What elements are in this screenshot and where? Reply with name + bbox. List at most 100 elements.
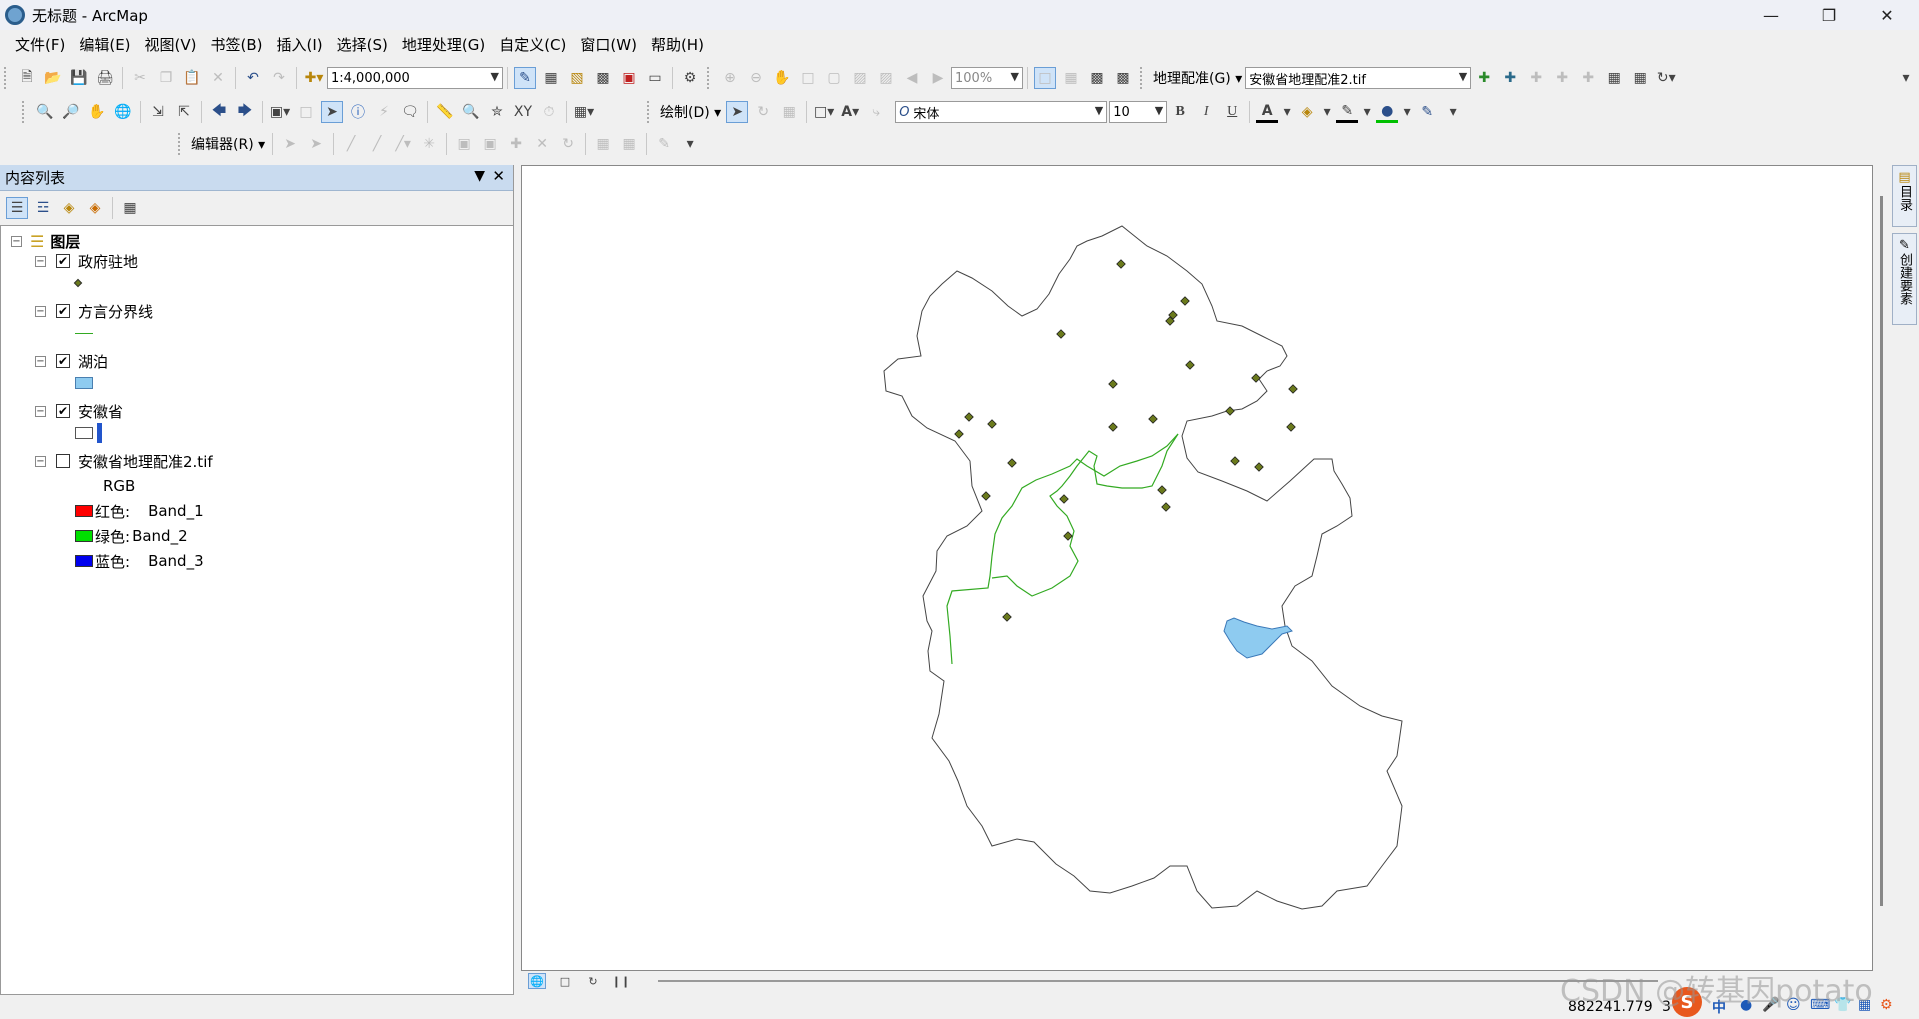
drawing-menu[interactable]: 绘制(D) ▾ [660,102,721,122]
menu-selection[interactable]: 选择(S) [330,31,395,59]
underline-button[interactable]: U [1221,101,1243,123]
zoom-out-icon[interactable]: 🔎 [60,101,82,123]
layer-row-province[interactable]: − ✔ 安徽省 [35,400,123,422]
zoom-to-selected-link-icon[interactable]: ✚ [1525,67,1547,89]
go-to-xy-icon[interactable]: XY [512,101,534,123]
layout-zoom-combo[interactable]: 100% ▼ [951,67,1023,89]
find-icon[interactable]: 🔍 [460,101,482,123]
close-button[interactable]: ✕ [1864,0,1910,30]
seat-point[interactable] [1254,462,1264,472]
layer-visibility-checkbox[interactable]: ✔ [56,354,70,368]
zoom-in-icon[interactable]: 🔍 [34,101,56,123]
line-color-icon[interactable]: ✎ [1336,101,1359,123]
arctoolbox-icon[interactable]: ▣ [618,67,640,89]
menu-insert[interactable]: 插入(I) [270,31,330,59]
marker-color-icon[interactable]: ● [1376,101,1399,123]
layer-visibility-checkbox[interactable]: ✔ [56,254,70,268]
sketch-properties-icon[interactable]: ▦ [618,133,640,155]
pan-icon[interactable]: ✋ [86,101,108,123]
list-by-selection-icon[interactable]: ◈ [84,197,106,219]
identify-icon[interactable]: ⓘ [347,101,369,123]
copy-icon[interactable]: ❐ [155,67,177,89]
collapse-icon[interactable]: − [35,255,46,267]
hyperlink-icon[interactable]: ⚡ [373,101,395,123]
fixed-zoom-in-icon[interactable]: ⇲ [147,101,169,123]
horizontal-scrollbar[interactable] [658,980,1658,982]
band-row-blue[interactable]: 蓝色: Band_3 [75,550,204,572]
close-icon[interactable]: ✕ [492,167,505,185]
dialect-symbol[interactable] [75,322,93,344]
add-data-icon[interactable]: ✚▾ [303,67,325,89]
edit-vertices-icon[interactable]: ▣ [453,133,475,155]
python-window-icon[interactable]: ▭ [644,67,666,89]
map-display[interactable]: 🌐 □ ↻ ❙❙ [521,165,1883,989]
list-by-visibility-icon[interactable]: ◈ [58,197,80,219]
search-window-icon[interactable]: ▩ [592,67,614,89]
layer-visibility-checkbox[interactable] [56,454,70,468]
shadow-color-icon[interactable]: ✎ [1416,101,1438,123]
font-size-combo[interactable]: 10 ▼ [1109,101,1168,123]
menu-edit[interactable]: 编辑(E) [72,31,137,59]
layer-row-raster[interactable]: − 安徽省地理配准2.tif [35,450,213,472]
previous-extent-icon[interactable]: ◀ [901,67,923,89]
trace-icon[interactable]: ╱▾ [392,133,414,155]
fixed-zoom-out-icon[interactable]: ▨ [875,67,897,89]
seat-point[interactable] [1288,384,1298,394]
dropdown-arrow-icon[interactable]: ▾ [1362,101,1372,123]
toggle-draft-mode-icon[interactable]: □ [1034,67,1056,89]
menu-help[interactable]: 帮助(H) [644,31,711,59]
view-link-table-icon[interactable]: ▦ [1603,67,1625,89]
edit-vertices-icon[interactable]: ⤷ [865,101,887,123]
edit-annotation-icon[interactable]: ➤ [305,133,327,155]
refresh-icon[interactable]: ↻ [584,973,602,989]
editor-menu[interactable]: 编辑器(R) ▾ [191,134,265,154]
seat-point[interactable] [1230,456,1240,466]
layer-row-lakes[interactable]: − ✔ 湖泊 [35,350,108,372]
zoom-whole-page-icon[interactable]: □ [797,67,819,89]
find-route-icon[interactable]: ✮ [486,101,508,123]
italic-button[interactable]: I [1195,101,1217,123]
create-features-dock-tab[interactable]: ✎ 创建要素 [1892,233,1917,325]
data-driven-pages-icon[interactable]: ▩ [1112,67,1134,89]
georeferencing-menu[interactable]: 地理配准(G) ▾ [1153,68,1242,88]
seat-symbol[interactable] [73,272,83,294]
draw-select-elements-icon[interactable]: ➤ [726,101,749,123]
new-document-icon[interactable]: 🗎 [16,67,38,89]
list-by-drawing-order-icon[interactable]: ☰ [6,197,28,219]
list-by-source-icon[interactable]: ☲ [32,197,54,219]
split-icon[interactable]: ✕ [531,133,553,155]
rectangle-icon[interactable]: □▾ [813,101,835,123]
select-features-icon[interactable]: ▣▾ [269,101,291,123]
table-of-contents-icon[interactable]: ▦ [540,67,562,89]
dropdown-arrow-icon[interactable]: ▾ [1282,101,1292,123]
menu-geoprocessing[interactable]: 地理处理(G) [395,31,492,59]
go-back-icon[interactable]: 🡄 [208,101,230,123]
delete-link-icon[interactable]: ✚ [1551,67,1573,89]
next-extent-icon[interactable]: ▶ [927,67,949,89]
rotate-icon[interactable]: ↻▾ [1655,67,1677,89]
layer-row-dialect[interactable]: − ✔ 方言分界线 [35,300,153,322]
collapse-icon[interactable]: − [35,455,46,467]
add-control-points-icon[interactable]: ✚ [1473,67,1495,89]
seat-point[interactable] [1286,422,1296,432]
zoom-to-elements-icon[interactable]: ▦ [778,101,800,123]
undo-icon[interactable]: ↶ [242,67,264,89]
point-icon[interactable]: ✳ [418,133,440,155]
editor-toolbar-toggle-icon[interactable]: ✎ [514,67,536,89]
create-viewer-window-icon[interactable]: ▦▾ [573,101,595,123]
bold-button[interactable]: B [1169,101,1191,123]
model-builder-icon[interactable]: ⚙ [679,67,701,89]
go-forward-icon[interactable]: 🡆 [234,101,256,123]
band-row-red[interactable]: 红色: Band_1 [75,500,204,522]
font-color-icon[interactable]: A [1256,101,1279,123]
layer-visibility-checkbox[interactable]: ✔ [56,404,70,418]
redo-icon[interactable]: ↷ [268,67,290,89]
font-name-combo[interactable]: O 宋体 ▼ [895,101,1108,123]
lake-symbol[interactable] [75,372,93,394]
create-features-icon[interactable]: ✎ [653,133,675,155]
attributes-icon[interactable]: ▦ [592,133,614,155]
dropdown-arrow-icon[interactable]: ▾ [1402,101,1412,123]
save-icon[interactable]: 💾 [68,67,90,89]
measure-icon[interactable]: 📏 [434,101,456,123]
focus-data-frame-icon[interactable]: ▦ [1060,67,1082,89]
